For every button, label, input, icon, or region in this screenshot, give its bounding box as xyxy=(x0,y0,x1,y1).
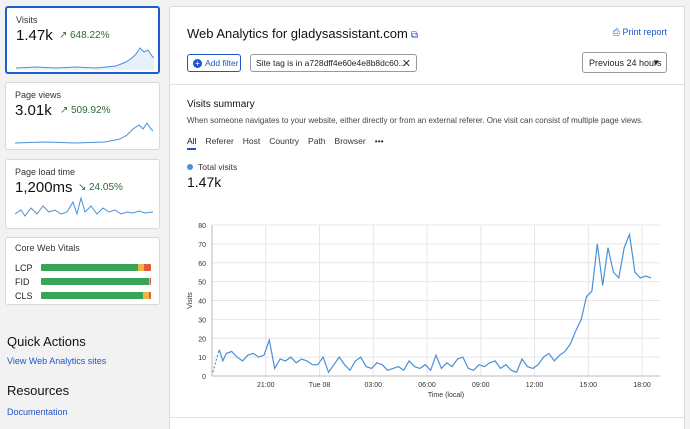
page-load-metric-card[interactable]: Page load time 1,200ms ↘ 24.05% xyxy=(5,159,160,229)
trend-down-icon: ↘ xyxy=(78,182,87,193)
cwv-title: Core Web Vitals xyxy=(15,243,80,253)
y-tick-label: 70 xyxy=(198,242,206,249)
analytics-panel: Web Analytics for gladysassistant.com ⧉ ⎙… xyxy=(169,6,685,429)
x-tick-label: 12:00 xyxy=(526,382,544,389)
y-tick-label: 60 xyxy=(198,261,206,268)
y-tick-label: 80 xyxy=(198,223,206,230)
page-views-change: 509.92% xyxy=(71,105,111,116)
visits-line-chart: 0 10 20 30 40 50 60 70 80 21:00 Tue 08 03:00 06:00 09… xyxy=(187,223,660,399)
divider xyxy=(170,417,684,418)
page-load-sparkline xyxy=(15,196,153,217)
cwv-cls-bar xyxy=(41,292,151,299)
x-tick-label: 09:00 xyxy=(472,382,490,389)
cwv-lcp-bar xyxy=(41,264,151,271)
documentation-link[interactable]: Documentation xyxy=(7,407,68,417)
resources-heading: Resources xyxy=(7,383,70,398)
x-tick-label: Tue 08 xyxy=(309,382,331,389)
visits-change: 648.22% xyxy=(70,30,110,41)
y-tick-label: 30 xyxy=(198,317,206,324)
page-views-label: Page views xyxy=(15,90,62,100)
series-line-total-visits xyxy=(218,232,652,374)
page-views-sparkline xyxy=(15,122,153,144)
quick-actions-heading: Quick Actions xyxy=(7,334,86,349)
page-load-value: 1,200ms xyxy=(15,179,73,196)
x-tick-label: 03:00 xyxy=(365,382,383,389)
page-views-metric-card[interactable]: Page views 3.01k ↗ 509.92% xyxy=(5,82,160,150)
page-load-label: Page load time xyxy=(15,167,76,177)
x-axis-label: Time (local) xyxy=(428,392,464,399)
trend-up-icon: ↗ xyxy=(59,30,68,41)
x-tick-label: 06:00 xyxy=(418,382,436,389)
visits-sparkline xyxy=(16,47,154,70)
x-tick-label: 21:00 xyxy=(257,382,275,389)
x-tick-label: 15:00 xyxy=(580,382,598,389)
trend-up-icon: ↗ xyxy=(60,105,69,116)
y-tick-label: 20 xyxy=(198,336,206,343)
y-tick-label: 10 xyxy=(198,355,206,362)
y-axis-label: Visits xyxy=(187,292,194,309)
x-tick-label: 18:00 xyxy=(633,382,651,389)
cwv-lcp-label: LCP xyxy=(15,263,33,273)
visits-metric-card[interactable]: Visits 1.47k ↗ 648.22% xyxy=(5,6,160,74)
series-line-dashed xyxy=(212,349,220,373)
visits-value: 1.47k xyxy=(16,27,53,44)
cwv-cls-label: CLS xyxy=(15,291,33,301)
visits-label: Visits xyxy=(16,15,38,25)
y-tick-label: 50 xyxy=(198,280,206,287)
cwv-fid-label: FID xyxy=(15,277,30,287)
cwv-fid-bar xyxy=(41,278,151,285)
y-tick-label: 40 xyxy=(198,299,206,306)
y-tick-label: 0 xyxy=(202,374,206,381)
view-sites-link[interactable]: View Web Analytics sites xyxy=(7,356,106,366)
page-views-value: 3.01k xyxy=(15,102,52,119)
core-web-vitals-card[interactable]: Core Web Vitals LCP FID CLS xyxy=(5,237,160,305)
page-load-change: 24.05% xyxy=(89,182,123,193)
